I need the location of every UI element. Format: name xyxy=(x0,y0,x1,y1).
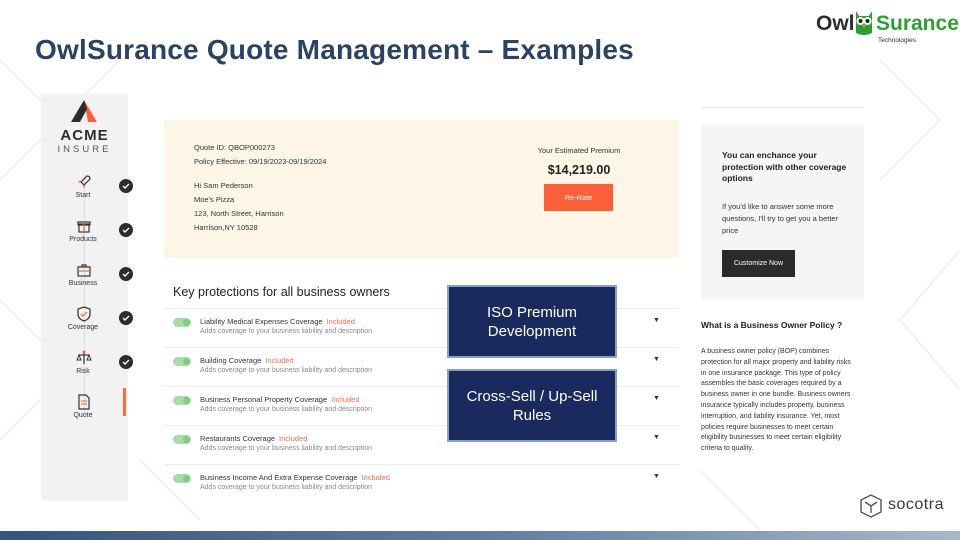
coverage-toggle[interactable] xyxy=(173,474,191,483)
included-badge: Included xyxy=(331,395,360,404)
coverage-description: Adds coverage to your business liability… xyxy=(200,445,372,452)
quote-summary-card: Quote ID: QBOP000273 Policy Effective: 0… xyxy=(164,120,679,258)
chevron-down-icon[interactable]: ▼ xyxy=(653,356,660,363)
right-panel-divider xyxy=(701,107,864,108)
coverage-description: Adds coverage to your business liability… xyxy=(200,406,372,413)
chevron-down-icon[interactable]: ▼ xyxy=(653,473,660,480)
rerate-button[interactable]: Re-Rate xyxy=(544,184,613,211)
customize-now-button[interactable]: Customize Now xyxy=(722,250,795,277)
logo-owl-text: Owl xyxy=(816,12,855,35)
brand-subtitle: INSURE xyxy=(57,144,112,155)
coverage-toggle[interactable] xyxy=(173,396,191,405)
premium-label: Your Estimated Premium xyxy=(537,146,621,155)
logo-surance-text: Surance xyxy=(876,12,959,35)
coverage-description: Adds coverage to your business liability… xyxy=(200,484,372,491)
cross-sell-callout: Cross-Sell / Up-Sell Rules xyxy=(447,369,617,442)
coverage-name: Business Income And Extra Expense Covera… xyxy=(200,473,358,482)
step-products[interactable]: Products xyxy=(41,218,133,258)
step-label: Risk xyxy=(76,368,90,375)
coverage-toggle[interactable] xyxy=(173,318,191,327)
included-badge: Included xyxy=(361,473,390,482)
brand-name: ACME xyxy=(60,127,109,144)
address-line1: 123, North Street, Harrison xyxy=(194,209,284,218)
policy-effective: Policy Effective: 09/19/2023-09/19/2024 xyxy=(194,157,327,166)
step-complete-check-icon xyxy=(119,311,133,325)
step-risk[interactable]: Risk xyxy=(41,350,133,390)
socotra-text: socotra xyxy=(888,496,944,513)
acme-logo-icon xyxy=(71,100,97,122)
step-label: Start xyxy=(75,192,91,199)
owlsurance-logo: Owl Surance Technologies xyxy=(816,8,959,44)
coverage-name: Liability Medical Expenses Coverage xyxy=(200,317,323,326)
coverage-toggle[interactable] xyxy=(173,435,191,444)
footer-bar xyxy=(0,531,960,540)
step-complete-check-icon xyxy=(119,267,133,281)
rocket-icon xyxy=(78,175,91,188)
step-label: Coverage xyxy=(67,324,99,331)
customize-card: You can enchance your protection with ot… xyxy=(701,125,864,299)
coverage-name: Restaurants Coverage xyxy=(200,434,276,443)
step-start[interactable]: Start xyxy=(41,174,133,214)
customize-body: If you'd like to answer some more questi… xyxy=(722,202,839,235)
scale-icon xyxy=(76,350,92,364)
premium-value: $14,219.00 xyxy=(547,163,611,177)
quote-id: Quote ID: QBOP000273 xyxy=(194,143,275,152)
shield-check-icon xyxy=(77,306,91,322)
protection-row[interactable]: Business Income And Extra Expense Covera… xyxy=(164,464,679,503)
coverage-description: Adds coverage to your business liability… xyxy=(200,328,372,335)
step-quote[interactable]: Quote xyxy=(41,388,128,434)
chevron-down-icon[interactable]: ▼ xyxy=(653,395,660,402)
step-complete-check-icon xyxy=(119,355,133,369)
included-badge: Included xyxy=(265,356,294,365)
socotra-mark-icon xyxy=(860,494,882,518)
step-label: Business xyxy=(68,280,98,287)
customer-greeting: Hi Sam Pederson xyxy=(194,181,253,190)
step-complete-check-icon xyxy=(119,223,133,237)
briefcase-icon xyxy=(77,264,91,277)
coverage-name: Business Personal Property Coverage xyxy=(200,395,328,404)
coverage-description: Adds coverage to your business liability… xyxy=(200,367,372,374)
business-name: Moe's Pizza xyxy=(194,195,235,204)
bop-title: What is a Business Owner Policy ? xyxy=(701,320,843,330)
step-label: Quote xyxy=(73,412,93,419)
chevron-down-icon[interactable]: ▼ xyxy=(653,317,660,324)
step-business[interactable]: Business xyxy=(41,262,133,302)
bop-description: A business owner policy (BOP) combines p… xyxy=(701,348,851,453)
progress-sidebar: ACME INSURE Start Products Business Cove… xyxy=(41,94,133,501)
chevron-down-icon[interactable]: ▼ xyxy=(653,434,660,441)
included-badge: Included xyxy=(326,317,355,326)
gift-icon xyxy=(77,221,91,233)
owl-mascot-icon xyxy=(856,11,872,35)
address-line2: Harrison,NY 10528 xyxy=(194,223,258,232)
slide-title: OwlSurance Quote Management – Examples xyxy=(35,34,634,65)
iso-premium-callout: ISO Premium Development xyxy=(447,285,617,358)
document-icon xyxy=(78,394,90,410)
customize-heading: You can enchance your protection with ot… xyxy=(722,150,847,183)
active-step-indicator xyxy=(123,388,126,416)
coverage-name: Building Coverage xyxy=(200,356,262,365)
protections-title: Key protections for all business owners xyxy=(173,285,390,299)
step-label: Products xyxy=(69,236,97,243)
socotra-logo: socotra xyxy=(860,493,955,519)
step-coverage[interactable]: Coverage xyxy=(41,306,133,346)
included-badge: Included xyxy=(279,434,308,443)
logo-tagline: Technologies xyxy=(878,37,916,44)
coverage-toggle[interactable] xyxy=(173,357,191,366)
step-complete-check-icon xyxy=(119,179,133,193)
